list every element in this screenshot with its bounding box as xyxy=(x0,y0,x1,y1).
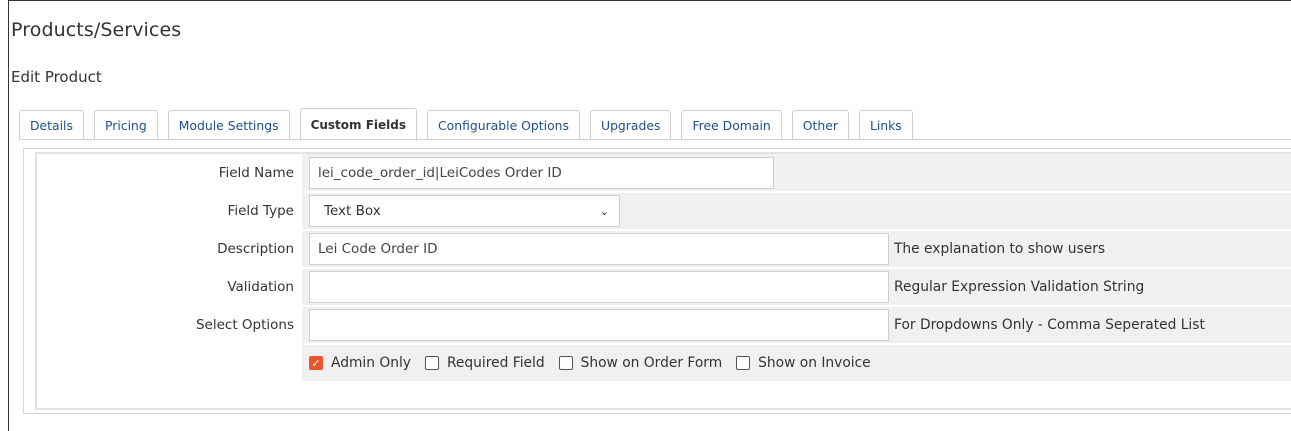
required-field-label: Required Field xyxy=(446,355,545,371)
select-options-hint: For Dropdowns Only - Comma Seperated Lis… xyxy=(894,317,1205,333)
form-row-select-options: Select Options For Dropdowns Only - Comm… xyxy=(37,306,1291,345)
description-hint: The explanation to show users xyxy=(894,241,1106,257)
tab-upgrades[interactable]: Upgrades xyxy=(590,110,672,140)
form-row-validation: Validation Regular Expression Validation… xyxy=(37,268,1291,307)
custom-field-form: Field Name Field Type Text Box ⌄ Descrip… xyxy=(37,154,1291,383)
tab-bar: Details Pricing Module Settings Custom F… xyxy=(19,108,923,141)
description-input[interactable] xyxy=(309,233,889,265)
tab-custom-fields[interactable]: Custom Fields xyxy=(299,108,418,141)
validation-hint: Regular Expression Validation String xyxy=(894,279,1145,295)
validation-label: Validation xyxy=(37,268,301,307)
select-options-input[interactable] xyxy=(309,309,889,341)
checkbox-empty-icon[interactable] xyxy=(736,356,751,370)
form-row-field-name: Field Name xyxy=(37,154,1291,193)
field-type-label: Field Type xyxy=(37,192,301,231)
description-label: Description xyxy=(37,230,301,269)
tab-divider xyxy=(19,139,1291,140)
show-on-order-form-label: Show on Order Form xyxy=(580,355,723,371)
form-row-field-type: Field Type Text Box ⌄ xyxy=(37,192,1291,231)
tab-pricing[interactable]: Pricing xyxy=(93,110,158,140)
admin-only-checkbox[interactable]: ✓ Admin Only xyxy=(309,355,411,371)
field-name-label: Field Name xyxy=(37,154,301,193)
tab-other[interactable]: Other xyxy=(791,110,849,140)
tab-free-domain[interactable]: Free Domain xyxy=(681,110,782,140)
select-options-label: Select Options xyxy=(37,306,301,345)
field-type-value: Text Box xyxy=(324,203,381,219)
form-row-checkboxes: ✓ Admin Only Required Field Show on Orde… xyxy=(37,344,1291,383)
page-subtitle: Edit Product xyxy=(11,68,102,86)
field-type-select[interactable]: Text Box ⌄ xyxy=(309,195,620,227)
tab-details[interactable]: Details xyxy=(19,110,84,140)
show-on-order-form-checkbox[interactable]: Show on Order Form xyxy=(558,355,723,371)
form-row-description: Description The explanation to show user… xyxy=(37,230,1291,269)
tab-links[interactable]: Links xyxy=(858,110,913,140)
show-on-invoice-label: Show on Invoice xyxy=(758,355,871,371)
field-name-input[interactable] xyxy=(309,156,774,189)
show-on-invoice-checkbox[interactable]: Show on Invoice xyxy=(736,355,871,371)
tab-configurable-options[interactable]: Configurable Options xyxy=(427,110,580,140)
page-title: Products/Services xyxy=(11,19,182,41)
tab-module-settings[interactable]: Module Settings xyxy=(167,110,290,140)
checkbox-empty-icon[interactable] xyxy=(424,356,439,370)
validation-input[interactable] xyxy=(309,271,889,303)
checkbox-empty-icon[interactable] xyxy=(558,356,573,370)
chevron-down-icon: ⌄ xyxy=(599,204,609,218)
required-field-checkbox[interactable]: Required Field xyxy=(424,355,545,371)
admin-only-label: Admin Only xyxy=(331,355,411,371)
checkbox-checked-icon[interactable]: ✓ xyxy=(309,356,323,370)
